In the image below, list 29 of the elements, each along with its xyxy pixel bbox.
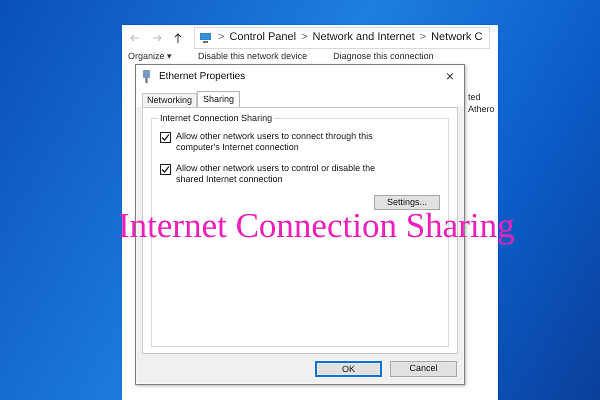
- breadcrumb-separator: >: [218, 30, 224, 46]
- tab[interactable]: Networking: [142, 93, 198, 107]
- toolbar-command[interactable]: Organize ▾: [128, 50, 172, 62]
- breadcrumb-separator: >: [420, 30, 426, 46]
- connection-detail: Athero: [468, 103, 495, 115]
- option-label: Allow other network users to connect through this computer's Internet connection: [176, 131, 374, 153]
- toolbar-command[interactable]: Disable this network device: [198, 50, 308, 62]
- dialog-button[interactable]: OK: [315, 361, 382, 377]
- option-label: Allow other network users to control or disable the shared Internet connection: [176, 163, 376, 185]
- breadcrumb[interactable]: Control Panel: [229, 29, 296, 46]
- connection-detail: ted: [468, 91, 482, 103]
- group-title: Internet Connection Sharing: [158, 113, 274, 124]
- up-arrow-icon[interactable]: [174, 32, 182, 42]
- checkmark-icon: [161, 165, 170, 174]
- address-bar[interactable]: > Control Panel > Network and Internet > Network C: [194, 26, 490, 48]
- settings-button[interactable]: Settings...: [374, 195, 440, 210]
- checkbox[interactable]: [160, 164, 171, 175]
- monitor-icon: [199, 32, 213, 43]
- network-adapter-icon: [142, 70, 151, 82]
- toolbar-command[interactable]: Diagnose this connection: [333, 50, 434, 62]
- dialog-title: Ethernet Properties: [159, 70, 246, 84]
- checkmark-icon: [161, 133, 170, 142]
- close-button[interactable]: ×: [442, 69, 458, 83]
- breadcrumb-separator: >: [301, 30, 308, 46]
- dialog-button[interactable]: Cancel: [390, 361, 457, 377]
- checkbox[interactable]: [160, 132, 171, 143]
- breadcrumb[interactable]: Network and Internet: [312, 29, 415, 46]
- breadcrumb[interactable]: Network C: [431, 29, 482, 46]
- tab[interactable]: Sharing: [197, 91, 240, 107]
